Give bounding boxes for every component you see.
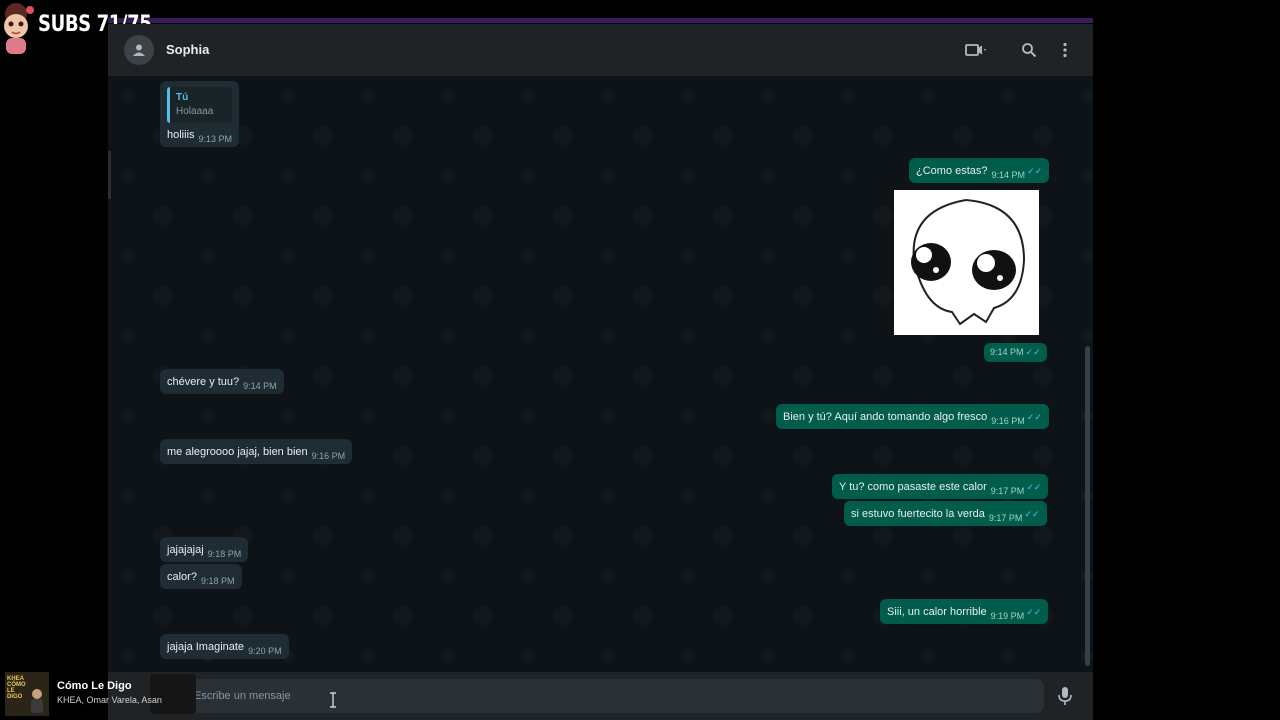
message-input[interactable]: [164, 679, 1044, 713]
text-cursor-icon: [330, 692, 336, 708]
message-incoming[interactable]: calor? 9:18 PM: [160, 564, 242, 589]
message-text: ¿Como estas?: [916, 165, 988, 177]
message-time: 9:14 PM: [990, 347, 1024, 357]
quoted-message[interactable]: Tú Holaaaa: [167, 87, 233, 123]
message-text: holiiis: [167, 129, 195, 141]
message-outgoing[interactable]: Y tu? como pasaste este calor 9:17 PM ✓✓: [832, 474, 1049, 499]
menu-dots-icon: [1063, 42, 1067, 58]
message-outgoing[interactable]: Siii, un calor horrible 9:19 PM ✓✓: [880, 599, 1049, 624]
message-time: 9:16 PM: [991, 416, 1025, 426]
message-text: jajajajaj: [167, 544, 204, 556]
message-text: jajaja Imaginate: [167, 641, 245, 653]
sticker-face-icon: [911, 198, 1026, 326]
message-time: 9:13 PM: [198, 134, 233, 144]
album-figure-icon: [31, 689, 43, 713]
message-outgoing[interactable]: Bien y tú? Aquí ando tomando algo fresco…: [776, 404, 1049, 429]
message-time: 9:16 PM: [311, 451, 346, 461]
read-ticks-icon: ✓✓: [1025, 347, 1041, 357]
video-call-icon: [965, 44, 986, 56]
message-time: 9:18 PM: [207, 549, 242, 559]
person-icon: [133, 44, 145, 56]
read-ticks-icon: ✓✓: [1024, 509, 1040, 519]
read-ticks-icon: ✓✓: [1026, 482, 1042, 492]
message-incoming[interactable]: chévere y tuu? 9:14 PM: [160, 369, 284, 394]
quote-text: Holaaaa: [176, 106, 214, 117]
message-text: chévere y tuu?: [167, 376, 240, 388]
message-text: Siii, un calor horrible: [887, 606, 987, 618]
now-playing-widget: KHEA CÓMO LE DIGO Cómo Le Digo KHEA, Oma…: [0, 668, 200, 720]
message-text: Y tu? como pasaste este calor: [839, 481, 987, 493]
contact-name[interactable]: Sophia: [166, 42, 209, 57]
voice-message-button[interactable]: [1056, 686, 1074, 706]
read-ticks-icon: ✓✓: [1026, 412, 1042, 422]
message-outgoing[interactable]: si estuvo fuertecito la verda 9:17 PM ✓✓: [844, 501, 1047, 526]
quote-author: Tú: [176, 92, 189, 103]
message-text: Bien y tú? Aquí ando tomando algo fresco: [783, 411, 988, 423]
video-call-button[interactable]: [965, 40, 987, 60]
message-time: 9:17 PM: [988, 513, 1023, 523]
blurred-region: [150, 674, 196, 714]
message-incoming[interactable]: me alegroooo jajaj, bien bien 9:16 PM: [160, 439, 353, 464]
composer-bar: [108, 672, 1093, 720]
read-ticks-icon: ✓✓: [1026, 607, 1042, 617]
message-outgoing[interactable]: ¿Como estas? 9:14 PM ✓✓: [909, 158, 1050, 183]
microphone-icon: [1058, 687, 1072, 705]
chat-window: Sophia Tú Holaaaa holiiis 9:13 PM ¿Como …: [108, 24, 1093, 720]
message-time: 9:14 PM: [991, 170, 1026, 180]
message-time: 9:18 PM: [200, 576, 235, 586]
song-artist: KHEA, Omar Varela, Asan: [57, 695, 162, 705]
search-icon: [1022, 43, 1037, 58]
window-top-accent: [108, 18, 1093, 23]
message-time: 9:14 PM: [243, 381, 277, 391]
message-time: 9:20 PM: [248, 646, 282, 656]
contact-avatar[interactable]: [124, 35, 154, 65]
menu-button[interactable]: [1054, 40, 1076, 60]
streamer-avatar-icon: [0, 2, 36, 56]
chat-scrollbar[interactable]: [1085, 346, 1090, 666]
sticker-image[interactable]: [894, 190, 1039, 335]
message-incoming[interactable]: jajaja Imaginate 9:20 PM: [160, 634, 289, 659]
message-time: 9:17 PM: [990, 486, 1025, 496]
message-incoming[interactable]: Tú Holaaaa holiiis 9:13 PM: [160, 81, 240, 147]
message-text: si estuvo fuertecito la verda: [851, 508, 985, 520]
message-text: calor?: [167, 571, 197, 583]
left-scroll-handle[interactable]: [108, 151, 111, 199]
read-ticks-icon: ✓✓: [1027, 166, 1043, 176]
message-time: 9:19 PM: [990, 611, 1025, 621]
search-button[interactable]: [1018, 40, 1040, 60]
album-art: KHEA CÓMO LE DIGO: [5, 672, 49, 716]
sticker-meta: 9:14 PM ✓✓: [984, 343, 1047, 362]
message-incoming[interactable]: jajajajaj 9:18 PM: [160, 537, 249, 562]
chat-header: Sophia: [108, 24, 1093, 76]
message-text: me alegroooo jajaj, bien bien: [167, 446, 308, 458]
message-list[interactable]: Tú Holaaaa holiiis 9:13 PM ¿Como estas? 9:…: [108, 76, 1093, 672]
song-title: Cómo Le Digo: [57, 680, 132, 692]
